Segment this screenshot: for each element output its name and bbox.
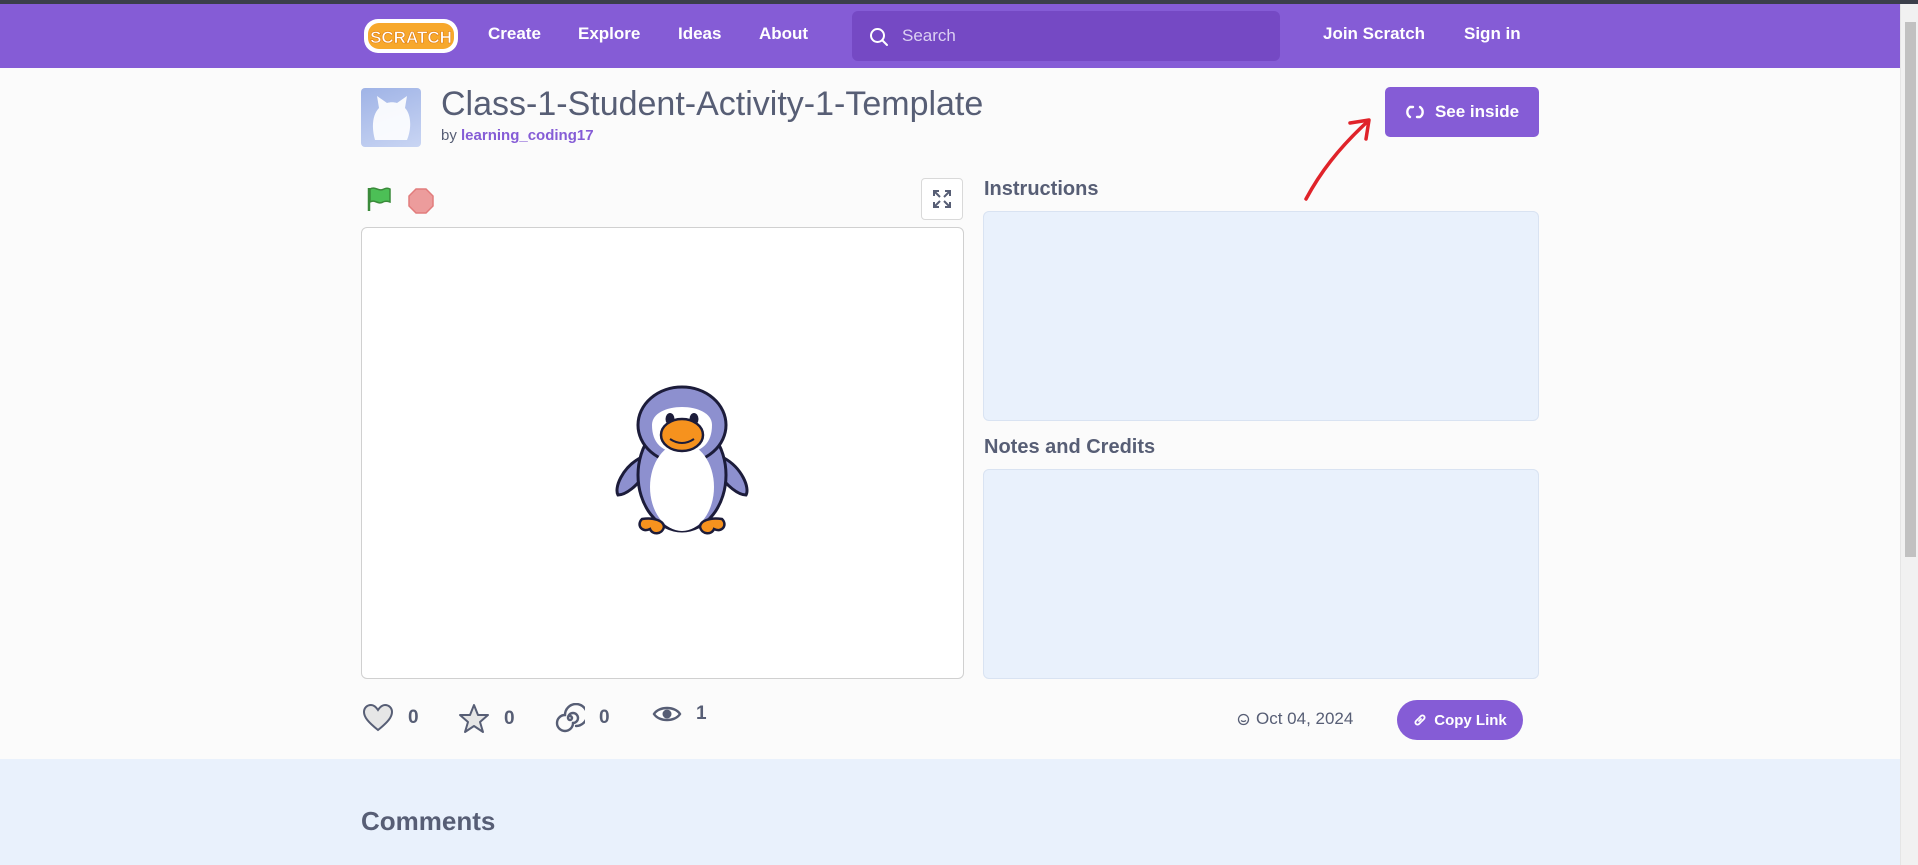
favorite-count: 0 xyxy=(504,708,515,729)
notes-credits-panel xyxy=(983,469,1539,679)
stop-sign-icon[interactable] xyxy=(407,187,435,215)
see-inside-label: See inside xyxy=(1434,102,1520,121)
star-icon xyxy=(459,704,489,733)
shared-date-text: Oct 04, 2024 xyxy=(1256,709,1354,728)
annotation-arrow-icon xyxy=(1304,118,1371,201)
copy-link-label: Copy Link xyxy=(1434,711,1507,729)
scrollbar-thumb[interactable] xyxy=(1905,22,1916,557)
join-scratch-link[interactable]: Join Scratch xyxy=(1323,24,1425,44)
logo-text: SCRATCH xyxy=(370,28,452,47)
top-navbar: SCRATCH Create Explore Ideas About Join … xyxy=(0,4,1900,68)
remix-count: 0 xyxy=(599,707,610,728)
scratch-logo[interactable]: SCRATCH xyxy=(362,16,460,56)
views-count: 1 xyxy=(696,703,707,724)
nav-create[interactable]: Create xyxy=(488,24,541,44)
project-title: Class-1-Student-Activity-1-Template xyxy=(441,85,984,123)
page-scrollbar[interactable] xyxy=(1900,4,1918,865)
notes-credits-heading: Notes and Credits xyxy=(984,436,1156,458)
shared-date: Oct 04, 2024 xyxy=(1237,709,1353,729)
author-avatar[interactable] xyxy=(361,88,421,147)
views-stat: 1 xyxy=(652,703,707,725)
green-flag-icon[interactable] xyxy=(366,185,392,213)
love-stat[interactable]: 0 xyxy=(362,703,419,733)
instructions-panel xyxy=(983,211,1539,421)
eye-icon xyxy=(652,706,682,722)
heart-icon xyxy=(362,703,394,732)
remix-spiral-icon xyxy=(555,703,585,733)
fullscreen-button[interactable] xyxy=(921,178,963,220)
link-icon xyxy=(1414,714,1426,726)
nav-explore[interactable]: Explore xyxy=(578,24,640,44)
search-input[interactable] xyxy=(902,11,1262,61)
love-count: 0 xyxy=(408,707,419,728)
see-inside-button[interactable]: See inside xyxy=(1385,87,1539,137)
search-icon xyxy=(870,28,888,46)
comments-section: Comments xyxy=(0,759,1900,865)
byline-prefix: by xyxy=(441,127,457,144)
favorite-stat[interactable]: 0 xyxy=(458,703,515,735)
author-link[interactable]: learning_coding17 xyxy=(461,127,594,144)
comments-heading: Comments xyxy=(361,806,496,836)
search-box[interactable] xyxy=(852,11,1280,61)
remix-arrows-icon xyxy=(1406,105,1424,119)
nav-about[interactable]: About xyxy=(759,24,808,44)
penguin-sprite-icon[interactable] xyxy=(612,383,752,543)
remix-stat: 0 xyxy=(555,703,610,733)
fullscreen-icon xyxy=(933,190,951,208)
copy-link-button[interactable]: Copy Link xyxy=(1397,700,1523,740)
nav-ideas[interactable]: Ideas xyxy=(678,24,721,44)
instructions-heading: Instructions xyxy=(984,178,1099,200)
project-byline: by learning_coding17 xyxy=(441,127,594,144)
project-stage[interactable] xyxy=(361,227,964,679)
clock-icon xyxy=(1237,713,1250,725)
sign-in-link[interactable]: Sign in xyxy=(1464,24,1521,44)
